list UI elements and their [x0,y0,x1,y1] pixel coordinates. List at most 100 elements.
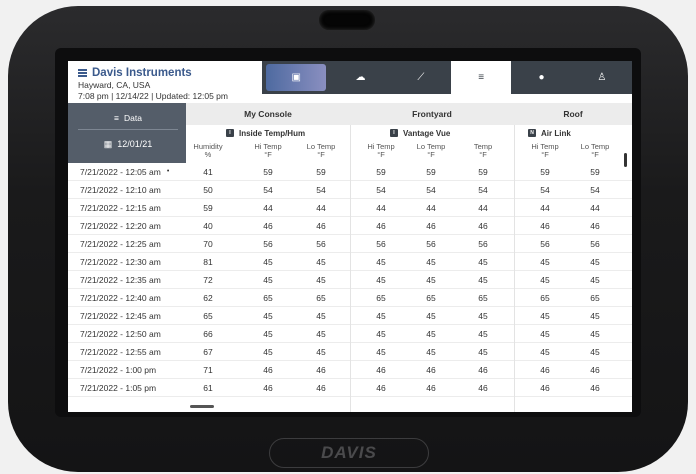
table-cell: 65 [203,310,213,321]
station-airlink: N Air Link [528,125,571,141]
table-cell: 56 [316,238,326,249]
screen: Davis Instruments Hayward, CA, USA 7:08 … [68,61,632,412]
tab-list[interactable]: ≡ [450,61,512,94]
station-vantage: I Vantage Vue [390,125,450,141]
sidebar-controls: ≡ Data ▦ 12/01/21 [68,103,186,163]
data-view-button[interactable]: ≡ Data [78,107,178,130]
table-cell: 56 [263,238,273,249]
tab-dashboard[interactable]: ▣ [266,64,327,91]
time-cell: 7/21/2022 - 1:05 pm [68,379,186,397]
column-unit: °F [479,150,487,159]
table-cell: 71 [203,364,213,375]
table-cell: 54 [540,184,550,195]
table-cell: 46 [478,220,488,231]
column-header-row: Humidity% Hi Temp °F Lo Temp °F Hi Temp °F Lo T… [186,141,632,163]
column-header[interactable]: Humidity% [183,143,233,159]
station-title: Davis Instruments [92,67,192,79]
column-header[interactable]: Hi Temp °F [243,143,293,159]
location-icon: ● [538,72,545,83]
table-cell: 45 [540,256,550,267]
tab-cloud[interactable]: ☁ [330,61,390,94]
timestamp: 7/21/2022 - 12:15 am [80,202,161,213]
table-row: 65 45 45 45 45 45 45 45 [186,307,632,325]
date-picker-button[interactable]: ▦ 12/01/21 [78,133,178,155]
table-cell: 45 [376,274,386,285]
timestamp: 7/21/2022 - 12:35 am [80,274,161,285]
column-header[interactable]: Hi Temp °F [520,143,570,159]
table-cell: 45 [426,310,436,321]
table-row: 62 65 65 65 65 65 65 65 [186,289,632,307]
table-cell: 65 [376,292,386,303]
table-cell: 45 [590,328,600,339]
table-cell: 44 [316,202,326,213]
table-cell: 46 [426,220,436,231]
timestamp: 7/21/2022 - 1:05 pm [80,382,157,393]
column-header[interactable]: Hi Temp °F [356,143,406,159]
table-cell: 54 [316,184,326,195]
table-cell: 56 [426,238,436,249]
section-roof: Roof [563,109,583,119]
timestamp: 7/21/2022 - 12:10 am [80,184,161,195]
table-cell: 45 [316,328,326,339]
vertical-scrollbar[interactable] [624,153,627,167]
time-cell: 7/21/2022 - 12:15 am [68,199,186,217]
brand-title[interactable]: Davis Instruments [78,67,228,79]
timestamp: 7/21/2022 - 12:55 am [80,346,161,357]
column-header[interactable]: Lo Temp °F [296,143,346,159]
section-frontyard: Frontyard [412,109,452,119]
table-cell: 45 [376,310,386,321]
table-row: 66 45 45 45 45 45 45 45 [186,325,632,343]
station-badge: I [226,129,234,137]
sidebar: ≡ Data ▦ 12/01/21 7/21/2022 - 12:05 am • 7… [68,103,186,412]
table-cell: 45 [263,274,273,285]
column-header[interactable]: Temp °F [458,143,508,159]
column-unit: °F [317,150,325,159]
column-header[interactable]: Lo Temp °F [406,143,456,159]
column-unit: °F [264,150,272,159]
time-cell: 7/21/2022 - 12:55 am [68,343,186,361]
table-cell: 44 [426,202,436,213]
table-cell: 45 [426,346,436,357]
table-cell: 46 [263,364,273,375]
table-cell: 65 [426,292,436,303]
header: Davis Instruments Hayward, CA, USA 7:08 … [68,61,632,103]
data-table: My Console Frontyard Roof I Inside Temp/… [186,103,632,412]
table-cell: 46 [316,364,326,375]
table-cell: 54 [590,184,600,195]
timestamp: 7/21/2022 - 12:45 am [80,310,161,321]
table-cell: 45 [426,274,436,285]
table-cell: 45 [590,256,600,267]
table-cell: 45 [478,346,488,357]
table-cell: 46 [590,382,600,393]
table-cell: 45 [263,310,273,321]
table-cell: 54 [376,184,386,195]
table-cell: 46 [263,382,273,393]
tab-location[interactable]: ● [511,61,571,94]
tab-chart[interactable]: ⟋ [391,61,451,94]
time-cell: 7/21/2022 - 1:00 pm [68,361,186,379]
table-cell: 45 [590,346,600,357]
table-cell: 45 [426,328,436,339]
column-unit: °F [427,150,435,159]
table-cell: 45 [478,256,488,267]
person-icon: ♙ [597,72,607,83]
table-cell: 45 [590,274,600,285]
table-cell: 45 [426,256,436,267]
update-status: 7:08 pm | 12/14/22 | Updated: 12:05 pm [78,91,228,101]
table-cell: 67 [203,346,213,357]
station-row: I Inside Temp/Hum I Vantage Vue N Air Li… [186,125,632,141]
table-cell: 45 [376,256,386,267]
table-cell: 46 [590,364,600,375]
table-cell: 45 [263,328,273,339]
table-cell: 45 [540,328,550,339]
table-cell: 56 [376,238,386,249]
table-cell: 44 [540,202,550,213]
table-cell: 45 [478,328,488,339]
horizontal-scrollbar[interactable] [190,405,214,408]
table-cell: 46 [376,364,386,375]
column-header[interactable]: Lo Temp °F [570,143,620,159]
menu-list-icon[interactable] [78,69,87,77]
table-cell: 65 [316,292,326,303]
table-cell: 81 [203,256,213,267]
tab-person[interactable]: ♙ [572,61,632,94]
